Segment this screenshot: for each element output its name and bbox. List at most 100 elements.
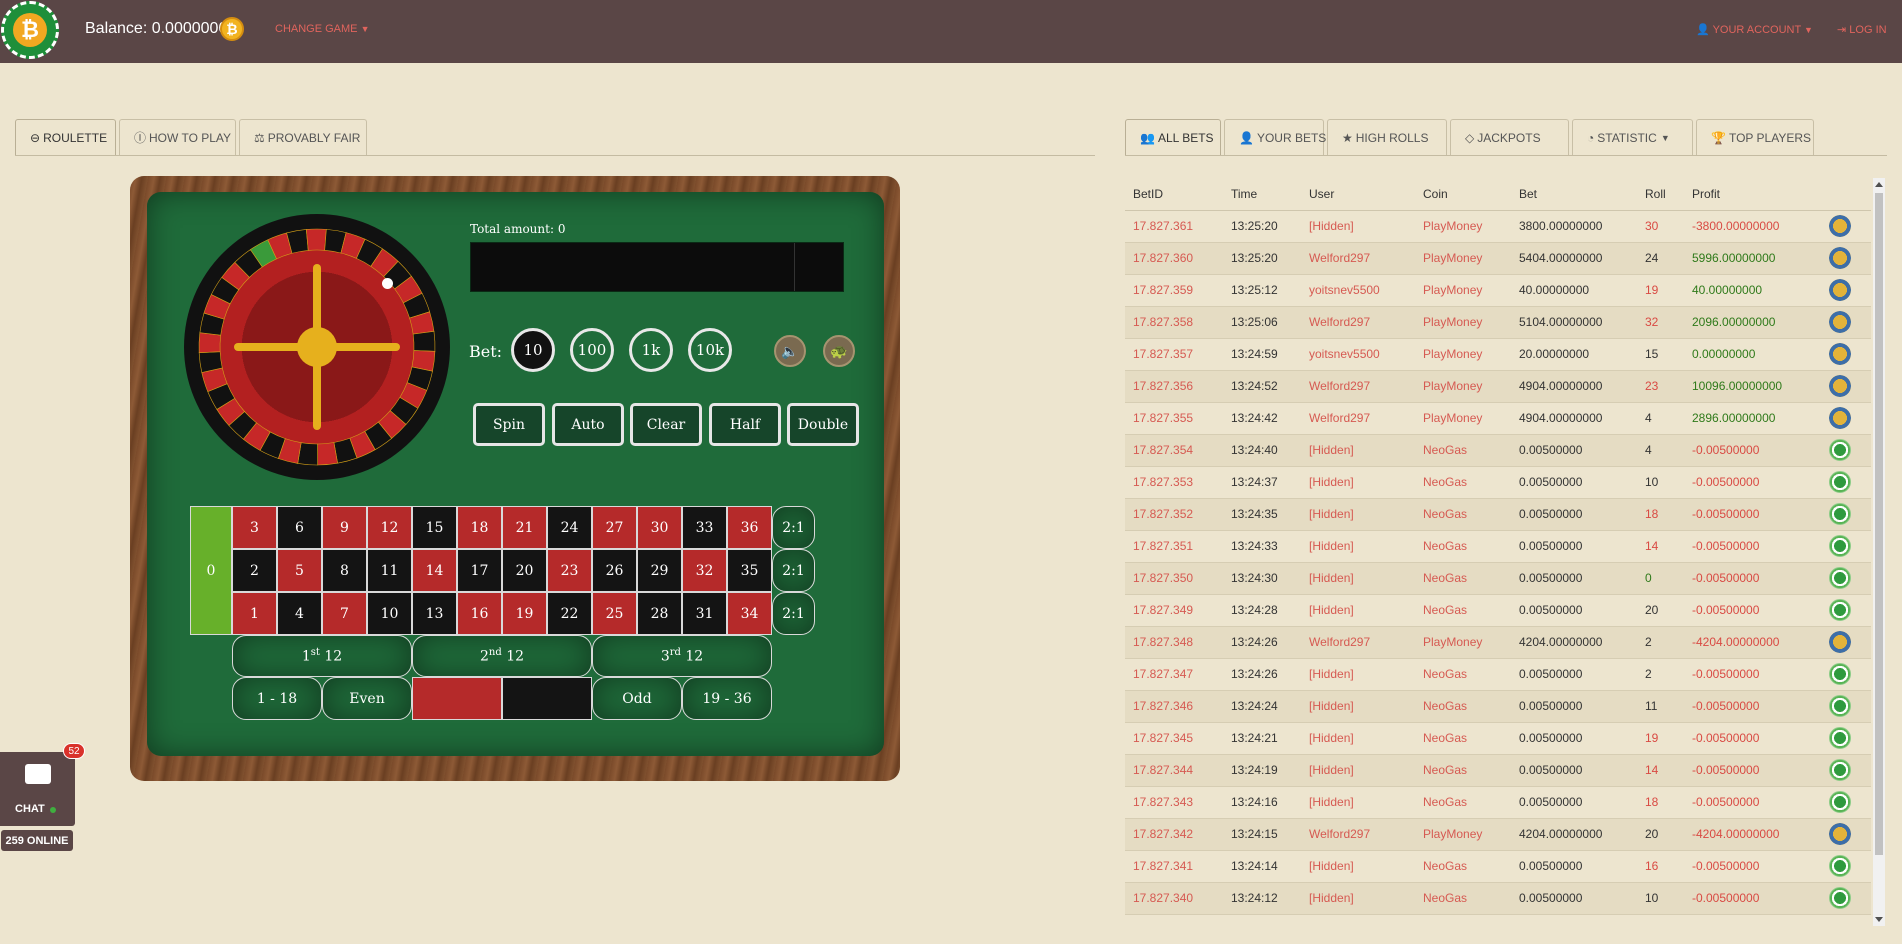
bet-user-link[interactable]: Welford297 — [1301, 818, 1415, 851]
high-bet-cell[interactable]: 19 - 36 — [682, 677, 772, 720]
table-row[interactable]: 17.827.360 13:25:20 Welford297 PlayMoney 540… — [1125, 242, 1871, 275]
table-row[interactable]: 17.827.349 13:24:28 [Hidden] NeoGas 0.005000… — [1125, 594, 1871, 627]
bet-user-link[interactable]: [Hidden] — [1301, 690, 1415, 723]
bet-user-link[interactable]: [Hidden] — [1301, 754, 1415, 787]
number-cell-34[interactable]: 34 — [727, 592, 772, 635]
bet-user-link[interactable]: yoitsnev5500 — [1301, 274, 1415, 307]
black-bet-cell[interactable] — [502, 677, 592, 720]
bet-id-link[interactable]: 17.827.349 — [1125, 594, 1223, 627]
sound-toggle-icon[interactable]: 🔈 — [774, 335, 806, 367]
number-cell-2[interactable]: 2 — [232, 549, 277, 592]
bet-user-link[interactable]: [Hidden] — [1301, 722, 1415, 755]
bets-scrollbar[interactable] — [1873, 178, 1885, 926]
scroll-down-arrow-icon[interactable] — [1875, 917, 1883, 922]
chip-1k[interactable]: 1k — [629, 328, 673, 372]
bet-id-link[interactable]: 17.827.341 — [1125, 850, 1223, 883]
number-cell-8[interactable]: 8 — [322, 549, 367, 592]
scroll-thumb[interactable] — [1875, 193, 1883, 855]
column-bet-cell[interactable]: 2:1 — [772, 549, 815, 592]
table-row[interactable]: 17.827.340 13:24:12 [Hidden] NeoGas 0.005000… — [1125, 882, 1871, 915]
table-row[interactable]: 17.827.358 13:25:06 Welford297 PlayMoney 510… — [1125, 306, 1871, 339]
your-account-menu[interactable]: 👤 YOUR ACCOUNT ▼ — [1696, 23, 1813, 36]
table-row[interactable]: 17.827.355 13:24:42 Welford297 PlayMoney 490… — [1125, 402, 1871, 435]
table-row[interactable]: 17.827.356 13:24:52 Welford297 PlayMoney 490… — [1125, 370, 1871, 403]
bet-id-link[interactable]: 17.827.351 — [1125, 530, 1223, 563]
tab-statistic[interactable]: ◔ STATISTIC ▼ — [1572, 119, 1693, 155]
site-logo[interactable]: ₿ — [1, 1, 59, 59]
dozen-bet-cell[interactable]: 2nd 12 — [412, 635, 592, 677]
number-cell-27[interactable]: 27 — [592, 506, 637, 549]
number-cell-14[interactable]: 14 — [412, 549, 457, 592]
auto-button[interactable]: Auto — [552, 403, 624, 446]
number-cell-29[interactable]: 29 — [637, 549, 682, 592]
table-row[interactable]: 17.827.342 13:24:15 Welford297 PlayMoney 420… — [1125, 818, 1871, 851]
double-button[interactable]: Double — [787, 403, 859, 446]
bet-user-link[interactable]: [Hidden] — [1301, 498, 1415, 531]
even-bet-cell[interactable]: Even — [322, 677, 412, 720]
tab-your-bets[interactable]: 👤 YOUR BETS — [1224, 119, 1326, 155]
number-cell-32[interactable]: 32 — [682, 549, 727, 592]
number-cell-20[interactable]: 20 — [502, 549, 547, 592]
number-cell-21[interactable]: 21 — [502, 506, 547, 549]
number-cell-0[interactable]: 0 — [190, 506, 232, 635]
column-bet-cell[interactable]: 2:1 — [772, 506, 815, 549]
number-cell-19[interactable]: 19 — [502, 592, 547, 635]
bet-id-link[interactable]: 17.827.353 — [1125, 466, 1223, 499]
bet-user-link[interactable]: [Hidden] — [1301, 594, 1415, 627]
bet-user-link[interactable]: Welford297 — [1301, 402, 1415, 435]
bet-id-link[interactable]: 17.827.359 — [1125, 274, 1223, 307]
chip-100[interactable]: 100 — [570, 328, 614, 372]
bet-id-link[interactable]: 17.827.346 — [1125, 690, 1223, 723]
table-row[interactable]: 17.827.352 13:24:35 [Hidden] NeoGas 0.005000… — [1125, 498, 1871, 531]
table-row[interactable]: 17.827.345 13:24:21 [Hidden] NeoGas 0.005000… — [1125, 722, 1871, 755]
number-cell-26[interactable]: 26 — [592, 549, 637, 592]
odd-bet-cell[interactable]: Odd — [592, 677, 682, 720]
bet-user-link[interactable]: [Hidden] — [1301, 434, 1415, 467]
number-cell-15[interactable]: 15 — [412, 506, 457, 549]
table-row[interactable]: 17.827.343 13:24:16 [Hidden] NeoGas 0.005000… — [1125, 786, 1871, 819]
bet-id-link[interactable]: 17.827.343 — [1125, 786, 1223, 819]
number-cell-11[interactable]: 11 — [367, 549, 412, 592]
bet-user-link[interactable]: Welford297 — [1301, 306, 1415, 339]
bet-id-link[interactable]: 17.827.355 — [1125, 402, 1223, 435]
change-game-menu[interactable]: CHANGE GAME ▼ — [275, 23, 370, 35]
bet-id-link[interactable]: 17.827.340 — [1125, 882, 1223, 915]
table-row[interactable]: 17.827.350 13:24:30 [Hidden] NeoGas 0.005000… — [1125, 562, 1871, 595]
tab-roulette[interactable]: ⊖ ROULETTE — [15, 119, 116, 155]
spin-button[interactable]: Spin — [473, 403, 545, 446]
bet-id-link[interactable]: 17.827.360 — [1125, 242, 1223, 275]
chip-10[interactable]: 10 — [511, 328, 555, 372]
number-cell-18[interactable]: 18 — [457, 506, 502, 549]
number-cell-16[interactable]: 16 — [457, 592, 502, 635]
number-cell-6[interactable]: 6 — [277, 506, 322, 549]
bet-user-link[interactable]: [Hidden] — [1301, 882, 1415, 915]
number-cell-4[interactable]: 4 — [277, 592, 322, 635]
bet-user-link[interactable]: [Hidden] — [1301, 850, 1415, 883]
bet-user-link[interactable]: [Hidden] — [1301, 658, 1415, 691]
bet-user-link[interactable]: [Hidden] — [1301, 530, 1415, 563]
bet-id-link[interactable]: 17.827.347 — [1125, 658, 1223, 691]
bet-id-link[interactable]: 17.827.345 — [1125, 722, 1223, 755]
number-cell-12[interactable]: 12 — [367, 506, 412, 549]
bet-id-link[interactable]: 17.827.348 — [1125, 626, 1223, 659]
bet-id-link[interactable]: 17.827.344 — [1125, 754, 1223, 787]
chip-10k[interactable]: 10k — [688, 328, 732, 372]
turtle-speed-icon[interactable]: 🐢 — [823, 335, 855, 367]
bet-id-link[interactable]: 17.827.357 — [1125, 338, 1223, 371]
low-bet-cell[interactable]: 1 - 18 — [232, 677, 322, 720]
number-cell-25[interactable]: 25 — [592, 592, 637, 635]
number-cell-17[interactable]: 17 — [457, 549, 502, 592]
dozen-bet-cell[interactable]: 1st 12 — [232, 635, 412, 677]
bitcoin-coin-icon[interactable]: ₿ — [220, 17, 244, 41]
number-cell-5[interactable]: 5 — [277, 549, 322, 592]
table-row[interactable]: 17.827.361 13:25:20 [Hidden] PlayMoney 3800.… — [1125, 210, 1871, 243]
number-cell-30[interactable]: 30 — [637, 506, 682, 549]
number-cell-24[interactable]: 24 — [547, 506, 592, 549]
table-row[interactable]: 17.827.351 13:24:33 [Hidden] NeoGas 0.005000… — [1125, 530, 1871, 563]
bet-id-link[interactable]: 17.827.354 — [1125, 434, 1223, 467]
bet-user-link[interactable]: [Hidden] — [1301, 466, 1415, 499]
bet-id-link[interactable]: 17.827.352 — [1125, 498, 1223, 531]
number-cell-1[interactable]: 1 — [232, 592, 277, 635]
bet-id-link[interactable]: 17.827.361 — [1125, 210, 1223, 243]
number-cell-31[interactable]: 31 — [682, 592, 727, 635]
